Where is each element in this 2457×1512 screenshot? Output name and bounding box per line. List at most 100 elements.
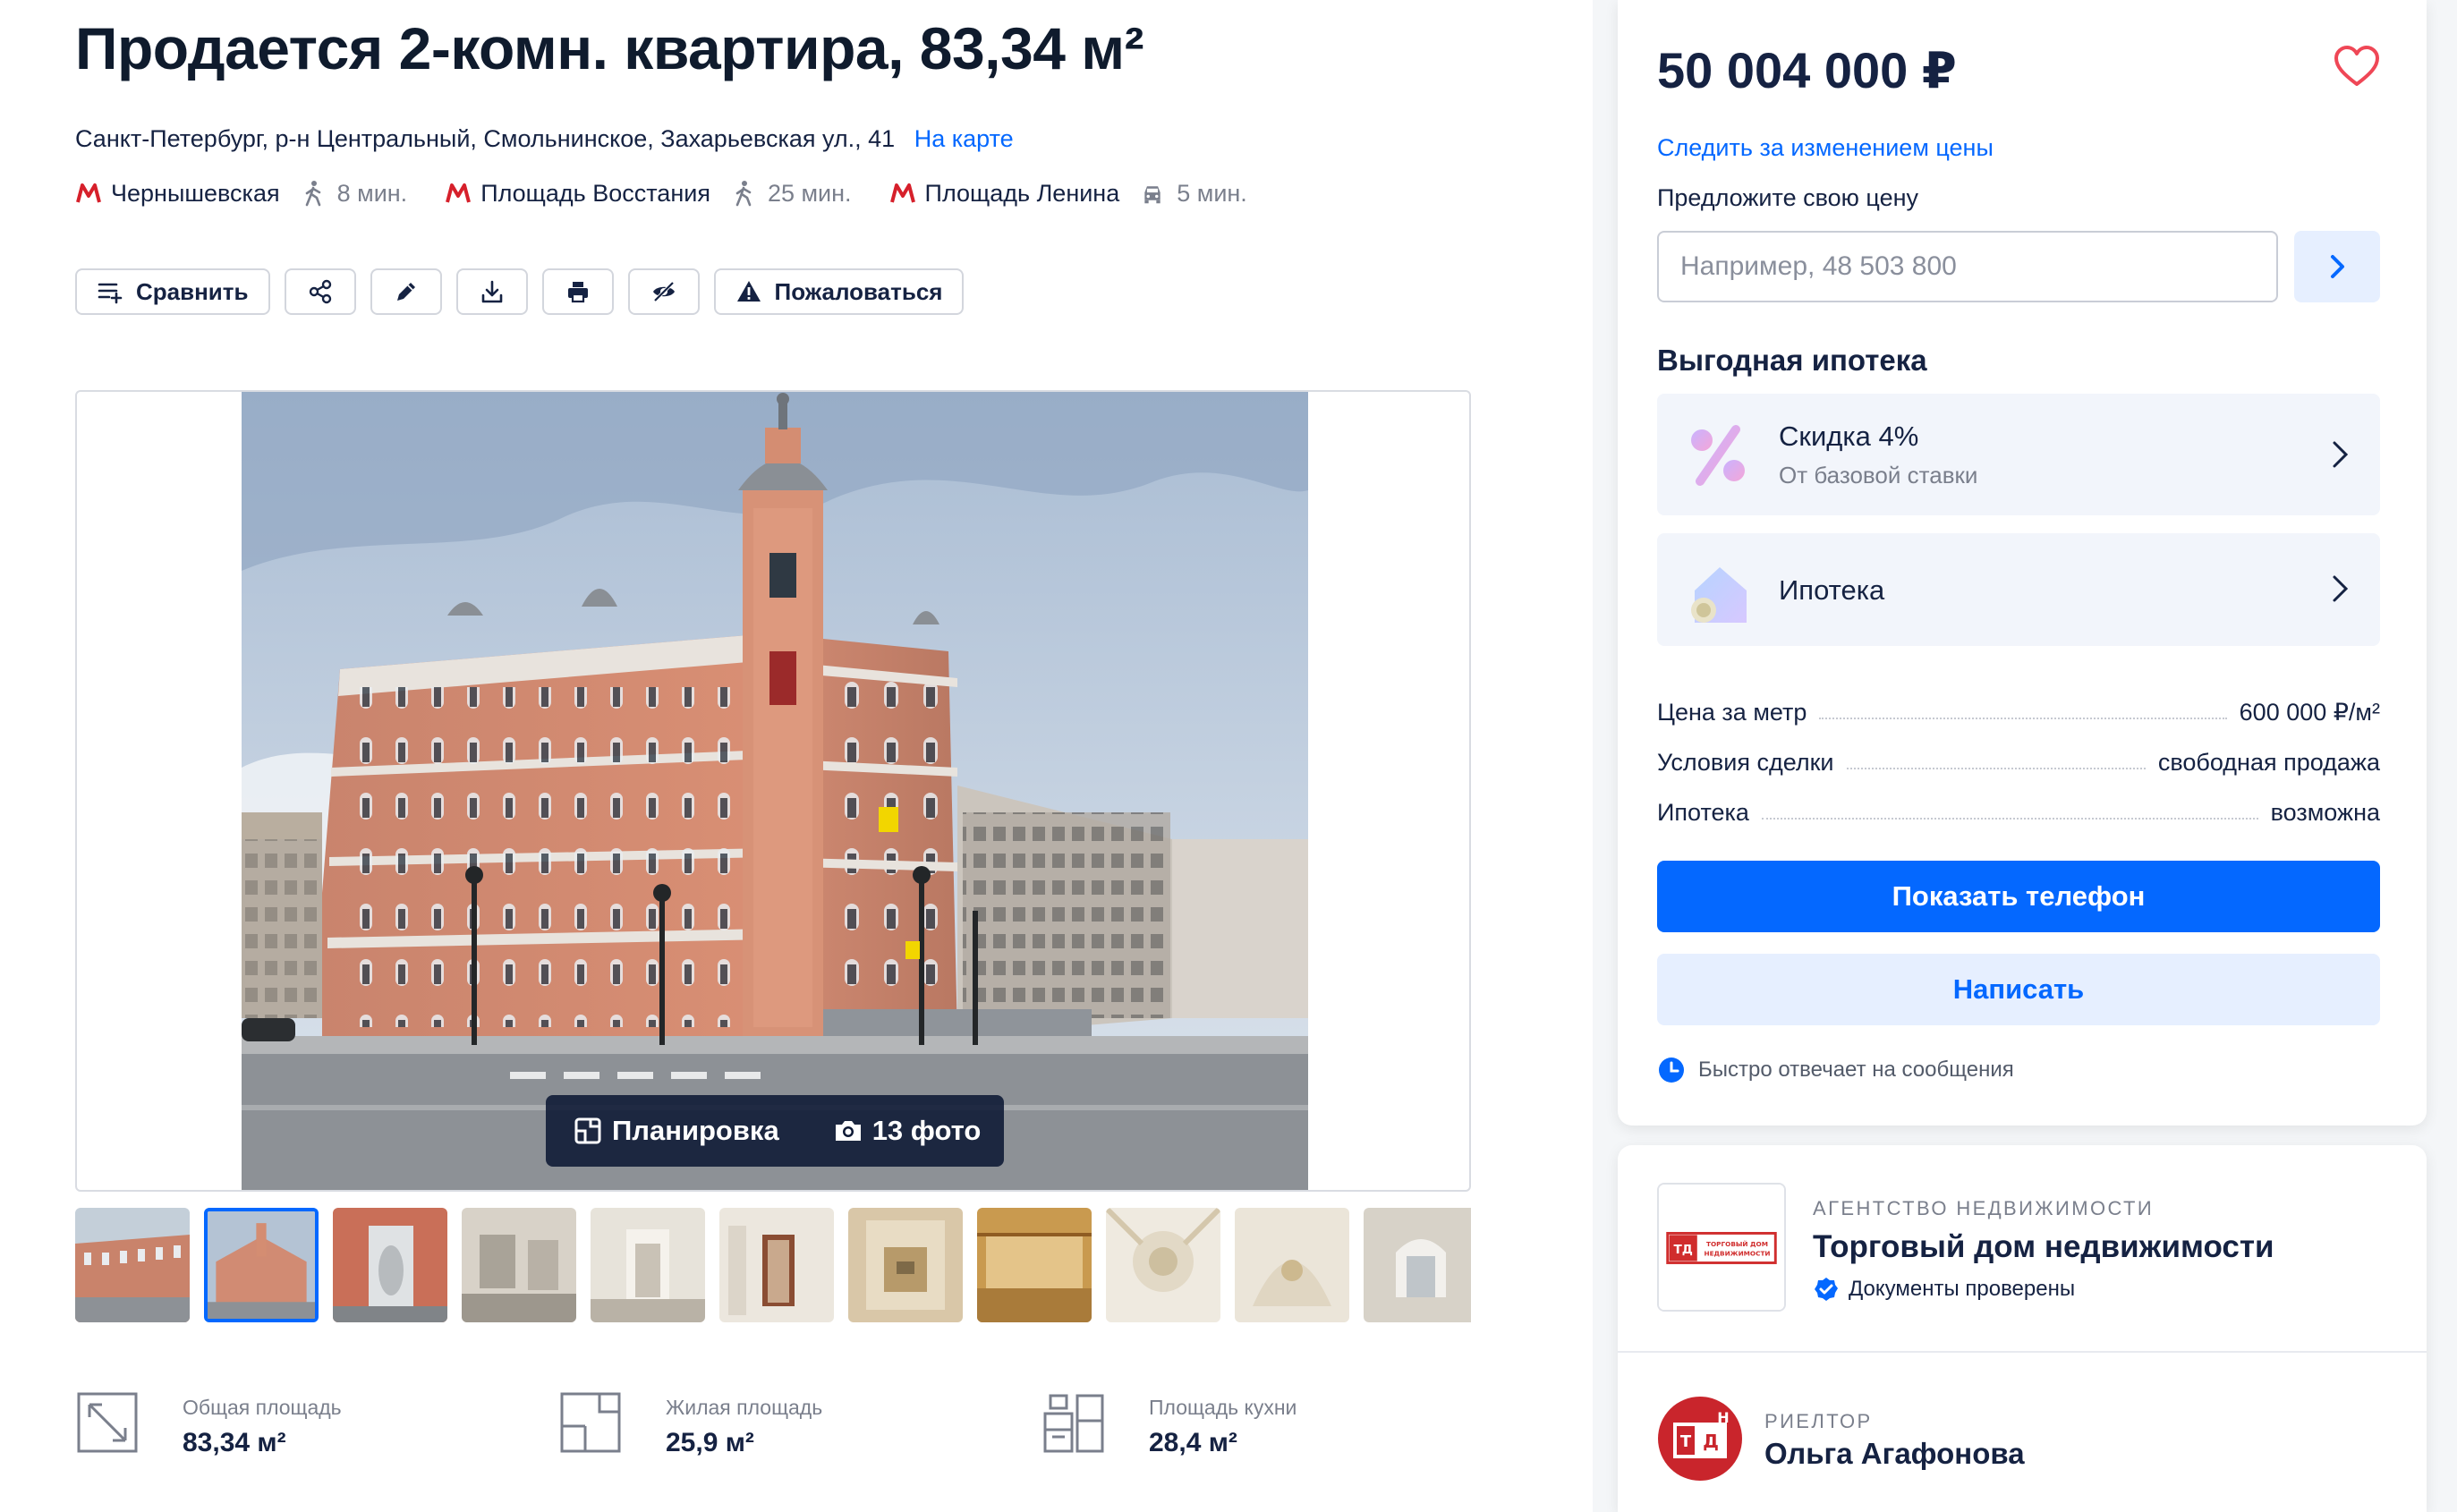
dotted-leader	[1846, 768, 2146, 769]
verified-check-icon	[1815, 1278, 1838, 1301]
metro-icon	[76, 183, 101, 203]
feature-label: Общая площадь	[183, 1396, 342, 1419]
thumbnail[interactable]	[591, 1208, 705, 1322]
agency-logo[interactable]: ТД ТОРГОВЫЙ ДОМ НЕДВИЖИМОСТИ	[1657, 1183, 1786, 1312]
listing-main: Продается 2-комн. квартира, 83,34 м² Сан…	[0, 0, 1593, 1512]
detail-label: Цена за метр	[1657, 699, 1807, 726]
map-link[interactable]: На карте	[914, 125, 1014, 152]
offer-price-input[interactable]	[1657, 231, 2278, 302]
share-icon	[309, 279, 331, 304]
metro-station: Площадь Ленина	[924, 179, 1120, 207]
walk-icon	[735, 181, 752, 207]
thumbnail[interactable]	[1235, 1208, 1349, 1322]
svg-text:Н: Н	[1717, 1409, 1729, 1426]
percent-icon	[1691, 425, 1745, 486]
dotted-leader	[1761, 818, 2258, 820]
main-photo[interactable]	[242, 392, 1308, 1192]
chevron-right-icon	[2333, 575, 2349, 602]
realtor-kind: РИЕЛТОР	[1764, 1410, 1873, 1432]
promo-subtitle: От базовой ставки	[1779, 462, 1978, 488]
thumbnail[interactable]	[977, 1208, 1092, 1322]
metro-time: 25 мин.	[767, 179, 852, 207]
photos-count-label: 13 фото	[871, 1115, 982, 1146]
divider	[1618, 1351, 2427, 1353]
area-features: Общая площадь 83,34 м² Жилая площадь 25,…	[75, 1378, 1507, 1467]
detail-label: Ипотека	[1657, 799, 1749, 826]
offer-submit-button[interactable]	[2294, 231, 2380, 302]
feature-value: 83,34 м²	[183, 1428, 286, 1457]
clock-icon	[1659, 1058, 1684, 1083]
follow-price-link[interactable]: Следить за изменением цены	[1657, 134, 1994, 162]
realtor-name[interactable]: Ольга Агафонова	[1764, 1437, 2025, 1471]
layout-button[interactable]: Планировка	[546, 1115, 779, 1147]
hide-icon	[652, 281, 675, 302]
svg-text:ТОРГОВЫЙ ДОМ: ТОРГОВЫЙ ДОМ	[1706, 1240, 1768, 1248]
metro-item[interactable]: Чернышевская 8 мин.	[75, 180, 407, 208]
toolbar: Сравнить Пожаловаться	[75, 268, 978, 315]
metro-station: Чернышевская	[111, 179, 280, 207]
download-button[interactable]	[455, 268, 528, 315]
detail-row: Условия сделки свободная продажа	[1657, 741, 2380, 777]
write-message-button[interactable]: Написать	[1657, 954, 2380, 1025]
car-icon	[1144, 186, 1160, 204]
offer-label: Предложите свою цену	[1657, 184, 1918, 211]
address-text: Санкт-Петербург, р-н Центральный, Смольн…	[75, 125, 896, 152]
thumbnail[interactable]	[204, 1208, 319, 1322]
metro-item[interactable]: Площадь Восстания 25 мин.	[445, 179, 852, 208]
feature-label: Жилая площадь	[666, 1396, 823, 1419]
agency-name[interactable]: Торговый дом недвижимости	[1813, 1229, 2274, 1265]
metro-time: 5 мин.	[1177, 179, 1247, 207]
thumbnail[interactable]	[719, 1208, 834, 1322]
edit-button[interactable]	[370, 268, 442, 315]
promo-title: Ипотека	[1779, 574, 1885, 606]
metro-icon	[446, 183, 472, 203]
heart-icon[interactable]	[2334, 45, 2380, 88]
thumbnail[interactable]	[1106, 1208, 1220, 1322]
address-line: Санкт-Петербург, р-н Центральный, Смольн…	[75, 125, 1014, 153]
price: 50 004 000 ₽	[1657, 42, 1957, 98]
share-button[interactable]	[284, 268, 356, 315]
photo-gallery[interactable]: Планировка 13 фото	[75, 390, 1471, 1192]
kitchen-area-icon	[1043, 1394, 1104, 1453]
edit-icon	[396, 283, 415, 301]
svg-text:Т: Т	[1680, 1432, 1692, 1451]
mortgage-title: Выгодная ипотека	[1657, 344, 1927, 377]
thumbnail[interactable]	[75, 1208, 190, 1322]
walk-icon	[305, 181, 320, 207]
thumbnail-strip	[75, 1208, 1471, 1322]
metro-station: Площадь Восстания	[480, 179, 710, 207]
page-title: Продается 2-комн. квартира, 83,34 м²	[75, 15, 1144, 81]
thumbnail[interactable]	[333, 1208, 447, 1322]
promo-mortgage[interactable]: Ипотека	[1657, 533, 2380, 646]
compare-icon	[98, 283, 123, 304]
fast-reply-note: Быстро отвечает на сообщения	[1657, 1056, 2014, 1084]
metro-item[interactable]: Площадь Ленина 5 мин.	[889, 180, 1247, 208]
svg-text:Д: Д	[1703, 1431, 1719, 1452]
verified-badge: Документы проверены	[1813, 1276, 2075, 1303]
floorplan-icon	[574, 1117, 601, 1144]
thumbnail[interactable]	[848, 1208, 963, 1322]
chevron-right-icon	[2333, 441, 2349, 468]
chevron-right-icon	[2331, 255, 2344, 278]
feature-value: 25,9 м²	[666, 1428, 754, 1457]
living-area-icon	[560, 1392, 621, 1453]
detail-row: Цена за метр 600 000 ₽/м²	[1657, 691, 2380, 726]
thumbnail[interactable]	[462, 1208, 576, 1322]
gallery-overlay: Планировка 13 фото	[546, 1095, 1004, 1167]
realtor-avatar[interactable]: Т Д Н	[1657, 1396, 1743, 1482]
download-icon	[481, 280, 502, 303]
complain-button[interactable]: Пожаловаться	[713, 268, 965, 315]
dotted-leader	[1819, 718, 2227, 719]
print-icon	[567, 282, 588, 303]
svg-text:ТД: ТД	[1674, 1243, 1693, 1257]
compare-button[interactable]: Сравнить	[75, 268, 270, 315]
show-phone-button[interactable]: Показать телефон	[1657, 861, 2380, 932]
detail-label: Условия сделки	[1657, 749, 1834, 776]
print-button[interactable]	[541, 268, 614, 315]
metro-list: Чернышевская 8 мин. Площадь Восстания 25…	[75, 175, 1285, 211]
warning-icon	[736, 281, 761, 302]
hide-button[interactable]	[627, 268, 700, 315]
thumbnail[interactable]	[1364, 1208, 1471, 1322]
promo-discount[interactable]: Скидка 4% От базовой ставки	[1657, 394, 2380, 515]
photos-count-button[interactable]: 13 фото	[779, 1115, 982, 1147]
